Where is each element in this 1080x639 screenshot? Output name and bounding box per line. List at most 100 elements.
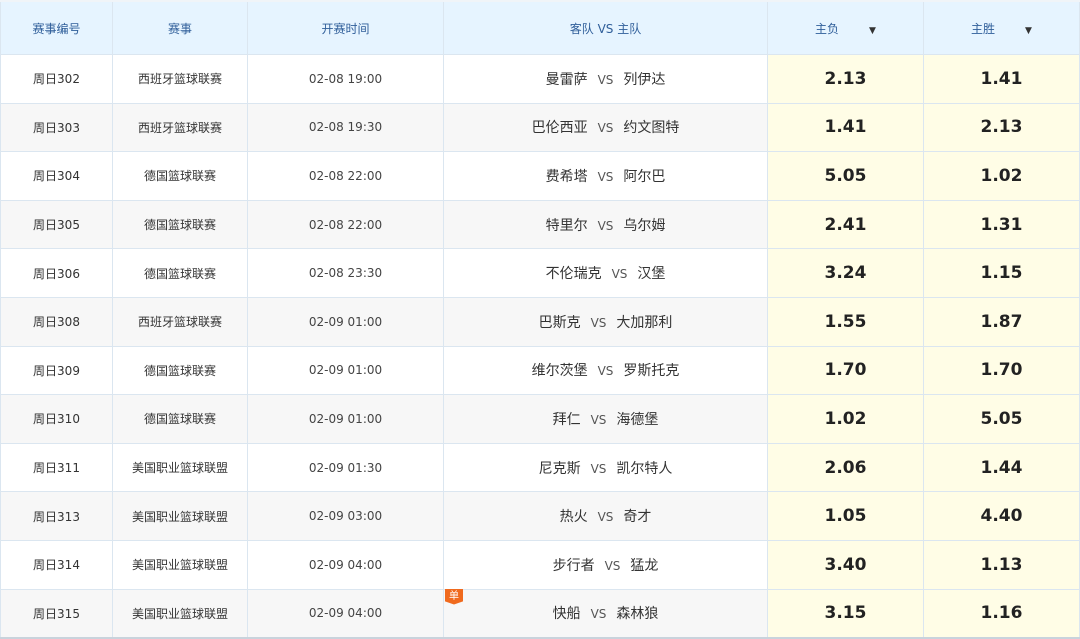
match-id: 周日309 (0, 345, 113, 396)
league-name: 德国篮球联赛 (112, 394, 248, 444)
match-id: 周日314 (0, 539, 113, 590)
table-row: 周日302 西班牙篮球联赛 02-08 19:00 曼雷萨 VS 列伊达 2.13 1.41 (0, 54, 1080, 104)
odds-home-win[interactable]: 1.70 (923, 345, 1080, 396)
match-id: 周日311 (0, 442, 113, 493)
odds-home-win[interactable]: 5.05 (923, 394, 1080, 444)
start-time: 02-09 04:00 (247, 588, 444, 639)
match-id: 周日306 (0, 248, 113, 298)
home-team: 汉堡 (637, 266, 666, 283)
odds-home-lose[interactable]: 1.41 (767, 102, 924, 153)
table-row: 周日303 西班牙篮球联赛 02-08 19:30 巴伦西亚 VS 约文图特 1.41 2.1… (0, 102, 1080, 153)
odds-home-lose[interactable]: 1.70 (767, 345, 924, 396)
odds-home-lose[interactable]: 1.05 (767, 491, 924, 541)
odds-home-lose[interactable]: 1.55 (767, 296, 924, 347)
vs-label: VS (590, 315, 607, 330)
odds-home-win[interactable]: 1.13 (923, 539, 1080, 590)
odds-home-win[interactable]: 2.13 (923, 102, 1080, 153)
odds-home-win[interactable]: 1.15 (923, 248, 1080, 298)
away-team: 拜仁 (552, 411, 581, 428)
match-teams: 拜仁 VS 海德堡 (443, 394, 768, 444)
match-teams: 巴伦西亚 VS 约文图特 (443, 102, 768, 153)
vs-label: VS (597, 510, 614, 525)
odds-home-lose[interactable]: 5.05 (767, 151, 924, 201)
home-team: 奇才 (623, 509, 652, 526)
league-name: 美国职业篮球联盟 (112, 491, 248, 541)
odds-home-win[interactable]: 4.40 (923, 491, 1080, 541)
match-id: 周日302 (0, 54, 113, 104)
start-time: 02-08 22:00 (247, 199, 444, 250)
table-row: 周日315 美国职业篮球联盟 02-09 04:00 单快船 VS 森林狼 3.15 1.16 (0, 588, 1080, 639)
away-team: 快船 (552, 606, 581, 623)
odds-home-win[interactable]: 1.87 (923, 296, 1080, 347)
match-id: 周日308 (0, 296, 113, 347)
vs-label: VS (597, 72, 614, 87)
odds-home-lose[interactable]: 2.13 (767, 54, 924, 104)
away-team: 巴伦西亚 (531, 120, 588, 137)
odds-home-lose[interactable]: 1.02 (767, 394, 924, 444)
caret-down-icon[interactable]: ▼ (1025, 26, 1032, 36)
match-id: 周日303 (0, 102, 113, 153)
away-team: 维尔茨堡 (531, 363, 588, 380)
away-team: 特里尔 (545, 217, 588, 234)
vs-label: VS (597, 121, 614, 136)
header-time: 开赛时间 (247, 0, 444, 55)
match-teams: 费希塔 VS 阿尔巴 (443, 151, 768, 201)
home-team: 乌尔姆 (623, 217, 666, 234)
home-team: 猛龙 (630, 557, 659, 574)
vs-label: VS (597, 169, 614, 184)
league-name: 西班牙篮球联赛 (112, 54, 248, 104)
odds-home-win[interactable]: 1.31 (923, 199, 1080, 250)
odds-home-win[interactable]: 1.44 (923, 442, 1080, 493)
league-name: 德国篮球联赛 (112, 248, 248, 298)
header-home-win-label: 主胜 (971, 21, 996, 36)
match-teams: 单快船 VS 森林狼 (443, 588, 768, 639)
league-name: 德国篮球联赛 (112, 151, 248, 201)
away-team: 尼克斯 (538, 460, 581, 477)
start-time: 02-08 19:00 (247, 54, 444, 104)
away-team: 费希塔 (545, 168, 588, 185)
start-time: 02-09 04:00 (247, 539, 444, 590)
table-row: 周日309 德国篮球联赛 02-09 01:00 维尔茨堡 VS 罗斯托克 1.70 1.70 (0, 345, 1080, 396)
match-id: 周日304 (0, 151, 113, 201)
league-name: 德国篮球联赛 (112, 345, 248, 396)
table-row: 周日306 德国篮球联赛 02-08 23:30 不伦瑞克 VS 汉堡 3.24 1.15 (0, 248, 1080, 298)
odds-home-lose[interactable]: 3.15 (767, 588, 924, 639)
start-time: 02-09 01:00 (247, 296, 444, 347)
match-teams: 不伦瑞克 VS 汉堡 (443, 248, 768, 298)
start-time: 02-09 01:30 (247, 442, 444, 493)
table-row: 周日310 德国篮球联赛 02-09 01:00 拜仁 VS 海德堡 1.02 5.05 (0, 394, 1080, 444)
league-name: 德国篮球联赛 (112, 199, 248, 250)
odds-home-lose[interactable]: 3.40 (767, 539, 924, 590)
vs-label: VS (590, 607, 607, 622)
odds-home-lose[interactable]: 2.41 (767, 199, 924, 250)
odds-table: 赛事编号 赛事 开赛时间 客队 VS 主队 主负 ▼ 主胜 ▼ 周日302 西班牙篮球… (0, 0, 1080, 639)
home-team: 阿尔巴 (623, 168, 666, 185)
home-team: 森林狼 (616, 606, 659, 623)
away-team: 热火 (559, 509, 588, 526)
vs-label: VS (597, 364, 614, 379)
odds-home-lose[interactable]: 2.06 (767, 442, 924, 493)
odds-home-win[interactable]: 1.41 (923, 54, 1080, 104)
table-row: 周日304 德国篮球联赛 02-08 22:00 费希塔 VS 阿尔巴 5.05 1.02 (0, 151, 1080, 201)
match-id: 周日315 (0, 588, 113, 639)
vs-label: VS (611, 267, 628, 282)
start-time: 02-08 23:30 (247, 248, 444, 298)
odds-home-win[interactable]: 1.02 (923, 151, 1080, 201)
table-row: 周日314 美国职业篮球联盟 02-09 04:00 步行者 VS 猛龙 3.40 1.13 (0, 539, 1080, 590)
header-home-win[interactable]: 主胜 ▼ (923, 0, 1080, 55)
match-teams: 特里尔 VS 乌尔姆 (443, 199, 768, 250)
start-time: 02-08 19:30 (247, 102, 444, 153)
home-team: 约文图特 (623, 120, 680, 137)
match-teams: 曼雷萨 VS 列伊达 (443, 54, 768, 104)
league-name: 美国职业篮球联盟 (112, 588, 248, 639)
header-home-lose[interactable]: 主负 ▼ (767, 0, 924, 55)
caret-down-icon[interactable]: ▼ (869, 26, 876, 36)
table-row: 周日313 美国职业篮球联盟 02-09 03:00 热火 VS 奇才 1.05 4.40 (0, 491, 1080, 541)
odds-home-win[interactable]: 1.16 (923, 588, 1080, 639)
odds-home-lose[interactable]: 3.24 (767, 248, 924, 298)
league-name: 西班牙篮球联赛 (112, 296, 248, 347)
league-name: 美国职业篮球联盟 (112, 539, 248, 590)
match-teams: 维尔茨堡 VS 罗斯托克 (443, 345, 768, 396)
table-row: 周日305 德国篮球联赛 02-08 22:00 特里尔 VS 乌尔姆 2.41 1.31 (0, 199, 1080, 250)
header-match: 客队 VS 主队 (443, 0, 768, 55)
